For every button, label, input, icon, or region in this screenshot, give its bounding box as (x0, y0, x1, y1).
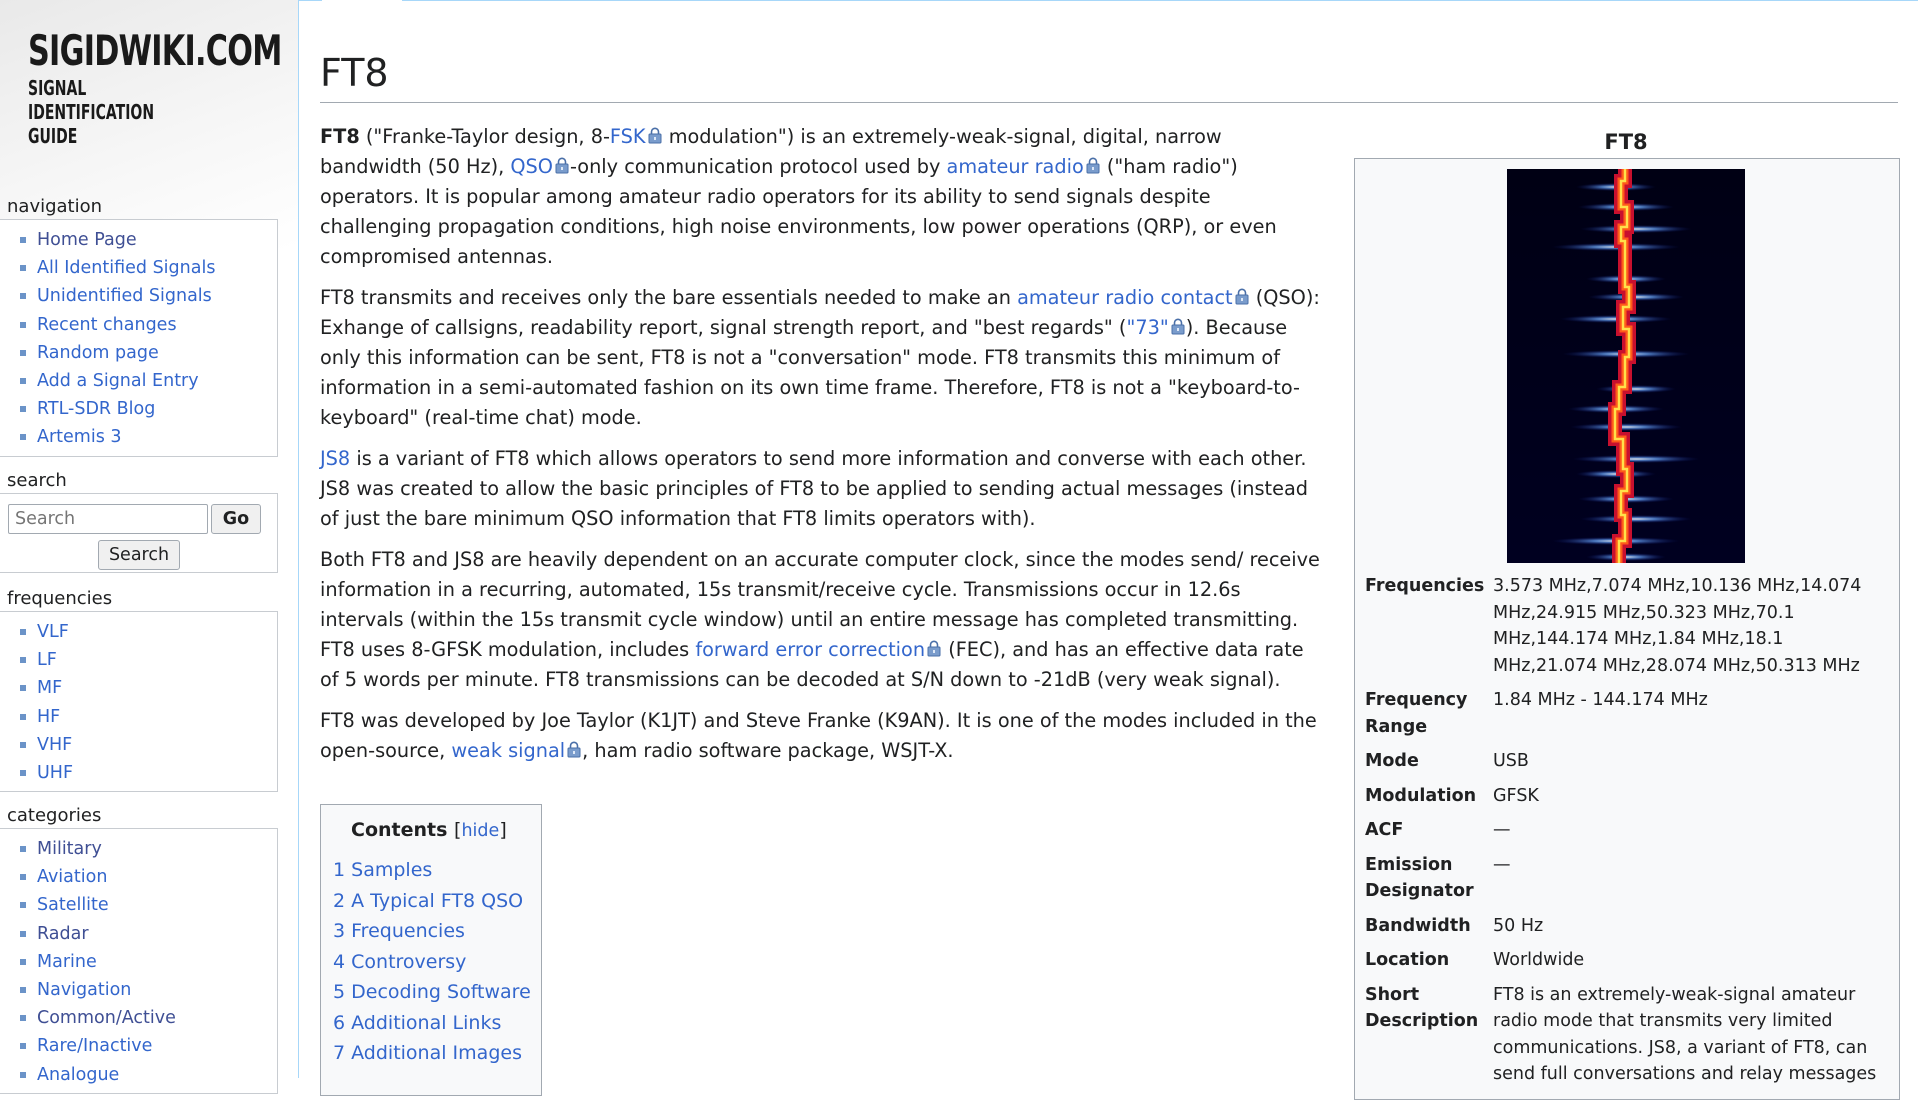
site-logo[interactable]: SIGIDWIKI.COM SIGNAL IDENTIFICATION GUID… (28, 26, 282, 149)
nav-item-home-page[interactable]: Home Page (20, 226, 277, 254)
nav-item-artemis-3[interactable]: Artemis 3 (20, 423, 277, 451)
cat-item-satellite[interactable]: Satellite (20, 891, 277, 919)
search-input[interactable] (8, 504, 208, 534)
paragraph-essentials: FT8 transmits and receives only the bare… (320, 284, 1320, 429)
nav-item-rtl-sdr-blog[interactable]: RTL-SDR Blog (20, 395, 277, 423)
toc-hide-link[interactable]: hide (461, 821, 499, 841)
toc-item-controversy[interactable]: 4 Controversy (333, 947, 531, 978)
navigation-portal: navigation Home Page All Identified Sign… (0, 196, 278, 457)
toc-item-additional-links[interactable]: 6 Additional Links (333, 1008, 531, 1039)
infobox-row-mode: Mode USB (1365, 751, 1529, 771)
infobox: Frequencies 3.573 MHz,7.074 MHz,10.136 M… (1354, 158, 1900, 1100)
content-border (298, 0, 299, 1078)
infobox-row-short-description: Short Description FT8 is an extremely-we… (1365, 984, 1877, 1085)
nav-item-unidentified-signals[interactable]: Unidentified Signals (20, 282, 277, 310)
paragraph-js8: JS8 is a variant of FT8 which allows ope… (320, 447, 1308, 530)
article-body: FT8 ("Franke-Taylor design, 8-FSK modula… (320, 122, 1326, 777)
freq-item-lf[interactable]: LF (20, 646, 277, 674)
page-title: FT8 (320, 48, 1898, 103)
infobox-title: FT8 (1604, 130, 1648, 154)
freq-item-vlf[interactable]: VLF (20, 618, 277, 646)
waterfall-tone-burst (1580, 515, 1692, 523)
lock-icon (926, 636, 942, 657)
table-of-contents: Contents [hide] 1 Samples 2 A Typical FT… (320, 804, 542, 1096)
term-ft8: FT8 (320, 125, 360, 148)
cat-item-military[interactable]: Military (20, 835, 277, 863)
cat-item-radar[interactable]: Radar (20, 920, 277, 948)
infobox-rows: Frequencies 3.573 MHz,7.074 MHz,10.136 M… (1365, 573, 1889, 1096)
waterfall-tone-burst (1596, 385, 1676, 393)
toc-item-typical-qso[interactable]: 2 A Typical FT8 QSO (333, 886, 531, 917)
logo-line-2: SIGNAL IDENTIFICATION GUIDE (28, 76, 155, 148)
top-rule (298, 0, 1918, 1)
lock-icon (554, 153, 570, 174)
sidebar: SIGIDWIKI.COM SIGNAL IDENTIFICATION GUID… (0, 0, 298, 1094)
infobox-row-location: Location Worldwide (1365, 950, 1585, 970)
link-js8[interactable]: JS8 (320, 447, 350, 470)
paragraph-clock: Both FT8 and JS8 are heavily dependent o… (320, 548, 1320, 691)
nav-item-add-signal-entry[interactable]: Add a Signal Entry (20, 367, 277, 395)
lock-icon (1085, 153, 1101, 174)
categories-box: Military Aviation Satellite Radar Marine… (0, 828, 278, 1094)
infobox-row-frequency-range: Frequency Range 1.84 MHz - 144.174 MHz (1365, 690, 1708, 737)
cat-item-rare-inactive[interactable]: Rare/Inactive (20, 1032, 277, 1060)
link-forward-error-correction[interactable]: forward error correction (695, 638, 925, 661)
toc-title: Contents [hide] (351, 819, 507, 841)
logo-line-1: SIGIDWIKI.COM (28, 26, 282, 75)
search-heading: search (7, 470, 67, 491)
infobox-row-modulation: Modulation GFSK (1365, 785, 1539, 806)
infobox-row-acf: ACF — (1365, 820, 1511, 840)
toc-item-frequencies[interactable]: 3 Frequencies (333, 916, 531, 947)
navigation-heading: navigation (7, 196, 103, 217)
freq-item-vhf[interactable]: VHF (20, 731, 277, 759)
link-fsk[interactable]: FSK (610, 125, 646, 148)
lock-icon (647, 123, 663, 144)
infobox-row-frequencies: Frequencies 3.573 MHz,7.074 MHz,10.136 M… (1365, 576, 1862, 676)
frequencies-box: VLF LF MF HF VHF UHF (0, 611, 278, 793)
search-portal: search Go Search (0, 470, 278, 573)
cat-item-common-active[interactable]: Common/Active (20, 1004, 277, 1032)
freq-item-hf[interactable]: HF (20, 703, 277, 731)
toc-item-decoding-software[interactable]: 5 Decoding Software (333, 977, 531, 1008)
categories-heading: categories (7, 805, 102, 826)
waterfall-tone-burst (1580, 225, 1692, 233)
toc-item-samples[interactable]: 1 Samples (333, 855, 531, 886)
infobox-row-emission-designator: Emission Designator — (1365, 854, 1511, 902)
paragraph-intro: FT8 ("Franke-Taylor design, 8-FSK modula… (320, 123, 1277, 268)
link-amateur-radio[interactable]: amateur radio (947, 155, 1084, 178)
cat-item-navigation[interactable]: Navigation (20, 976, 277, 1004)
cat-item-aviation[interactable]: Aviation (20, 863, 277, 891)
lock-icon (566, 737, 582, 758)
toc-list: 1 Samples 2 A Typical FT8 QSO 3 Frequenc… (333, 855, 531, 1069)
search-box: Go Search (0, 493, 278, 573)
frequencies-portal: frequencies VLF LF MF HF VHF UHF (0, 588, 278, 793)
link-qso[interactable]: QSO (510, 155, 553, 178)
waterfall-image[interactable] (1507, 169, 1745, 563)
link-weak-signal[interactable]: weak signal (451, 739, 565, 762)
freq-item-mf[interactable]: MF (20, 674, 277, 702)
navigation-box: Home Page All Identified Signals Unident… (0, 219, 278, 457)
toc-item-additional-images[interactable]: 7 Additional Images (333, 1038, 531, 1069)
page-tab (322, 0, 402, 2)
cat-item-analogue[interactable]: Analogue (20, 1061, 277, 1089)
frequencies-heading: frequencies (7, 588, 113, 609)
link-73[interactable]: "73" (1126, 316, 1168, 339)
nav-item-recent-changes[interactable]: Recent changes (20, 311, 277, 339)
cat-item-marine[interactable]: Marine (20, 948, 277, 976)
go-button[interactable]: Go (211, 504, 261, 534)
lock-icon (1170, 314, 1186, 335)
link-amateur-radio-contact[interactable]: amateur radio contact (1017, 286, 1233, 309)
search-button[interactable]: Search (98, 540, 180, 570)
nav-item-random-page[interactable]: Random page (20, 339, 277, 367)
lock-icon (1234, 284, 1250, 305)
waterfall-tone-burst (1570, 423, 1682, 431)
freq-item-uhf[interactable]: UHF (20, 759, 277, 787)
infobox-row-bandwidth: Bandwidth 50 Hz (1365, 915, 1544, 936)
paragraph-developers: FT8 was developed by Joe Taylor (K1JT) a… (320, 709, 1317, 762)
nav-item-all-identified-signals[interactable]: All Identified Signals (20, 254, 277, 282)
categories-portal: categories Military Aviation Satellite R… (0, 805, 278, 1094)
waterfall-tone-burst (1572, 455, 1700, 463)
